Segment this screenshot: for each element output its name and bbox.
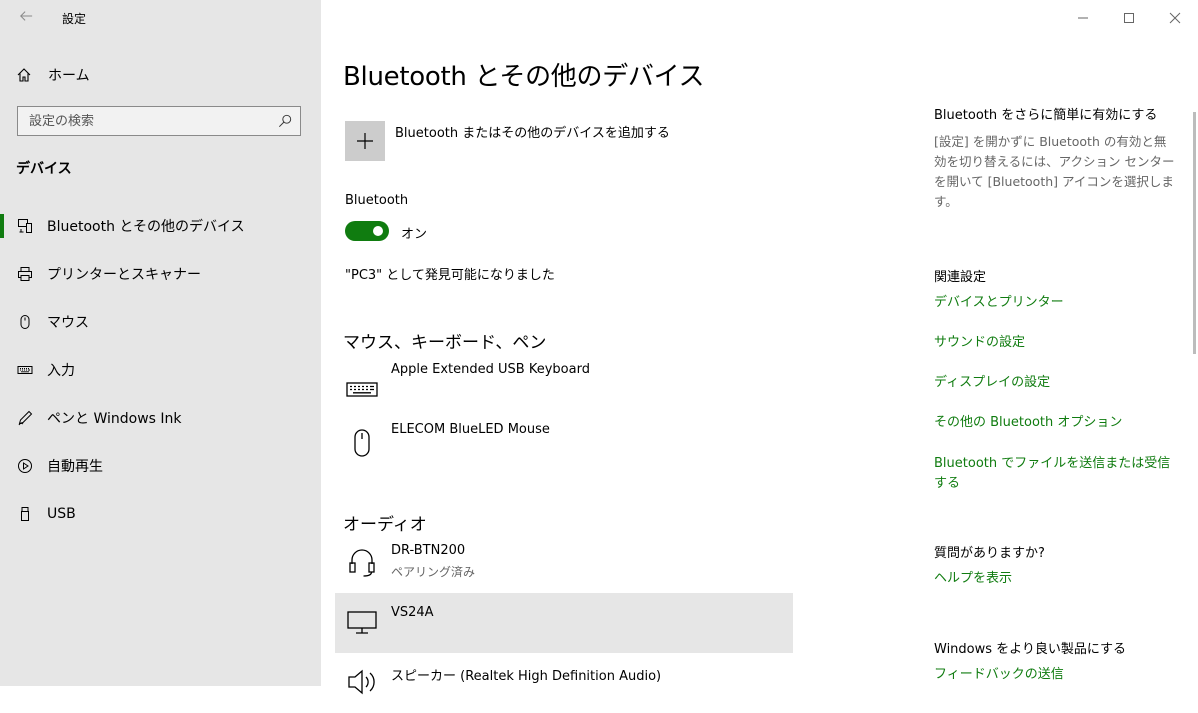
back-arrow-icon[interactable] [16, 8, 36, 28]
sidebar-item-mouse[interactable]: マウス [0, 302, 321, 342]
maximize-button[interactable] [1106, 0, 1152, 36]
device-speaker[interactable]: スピーカー (Realtek High Definition Audio) [335, 653, 793, 713]
sidebar-item-label: Bluetooth とその他のデバイス [47, 219, 245, 235]
link-devices-printers[interactable]: デバイスとプリンター [934, 293, 1174, 313]
link-more-bluetooth-options[interactable]: その他の Bluetooth オプション [934, 413, 1174, 433]
sidebar-item-pen[interactable]: ペンと Windows Ink [0, 398, 321, 438]
sidebar-item-printers[interactable]: プリンターとスキャナー [0, 254, 321, 294]
device-name: DR-BTN200 [391, 543, 466, 558]
section-label-devices: デバイス [16, 161, 72, 177]
sidebar-item-label: マウス [47, 315, 89, 331]
link-give-feedback[interactable]: フィードバックの送信 [934, 665, 1174, 685]
home-icon [17, 68, 31, 82]
search-icon[interactable] [278, 114, 292, 128]
question-title: 質問がありますか? [934, 546, 1045, 561]
bluetooth-label: Bluetooth [345, 193, 409, 208]
device-keyboard[interactable]: Apple Extended USB Keyboard [335, 362, 793, 422]
mouse-icon [17, 314, 33, 330]
search-input[interactable] [29, 113, 278, 129]
sidebar: 設定 ホーム デバイス Bluetooth とその他のデバイス プリンターとスキ… [0, 0, 321, 686]
usb-icon [17, 506, 33, 522]
link-display-settings[interactable]: ディスプレイの設定 [934, 373, 1174, 393]
tip-title: Bluetooth をさらに簡単に有効にする [934, 108, 1158, 123]
link-send-receive-files[interactable]: Bluetooth でファイルを送信または受信する [934, 454, 1174, 494]
scrollbar[interactable] [1193, 112, 1196, 354]
add-device-button[interactable]: Bluetooth またはその他のデバイスを追加する [345, 121, 670, 161]
printer-icon [17, 266, 33, 282]
mouse-icon [345, 426, 379, 460]
page-title: Bluetooth とその他のデバイス [343, 62, 705, 92]
bluetooth-state: オン [401, 227, 428, 242]
tip-text: [設定] を開かずに Bluetooth の有効と無効を切り替えるには、アクショ… [934, 134, 1175, 209]
bluetooth-devices-icon [17, 218, 33, 234]
device-name: ELECOM BlueLED Mouse [391, 422, 550, 437]
minimize-icon [1078, 17, 1088, 19]
device-vs24a[interactable]: VS24A [335, 593, 793, 653]
window-controls [1060, 0, 1198, 36]
group-title-audio: オーディオ [343, 515, 427, 535]
speaker-icon [345, 665, 379, 699]
sidebar-item-typing[interactable]: 入力 [0, 350, 321, 390]
device-status: ペアリング済み [391, 565, 476, 579]
sidebar-item-autoplay[interactable]: 自動再生 [0, 446, 321, 486]
keyboard-icon [17, 362, 33, 378]
sidebar-item-usb[interactable]: USB [0, 494, 321, 534]
device-mouse[interactable]: ELECOM BlueLED Mouse [335, 422, 793, 482]
app-title: 設定 [62, 12, 87, 26]
autoplay-icon [17, 458, 33, 474]
home-link[interactable]: ホーム [16, 63, 90, 87]
sidebar-item-label: USB [47, 506, 76, 522]
pen-icon [17, 410, 33, 426]
monitor-icon [345, 605, 379, 639]
sidebar-item-label: 自動再生 [47, 459, 103, 475]
bluetooth-toggle[interactable] [345, 221, 389, 241]
link-get-help[interactable]: ヘルプを表示 [934, 569, 1174, 589]
sidebar-item-label: プリンターとスキャナー [47, 267, 201, 283]
maximize-icon [1124, 13, 1134, 23]
sidebar-item-label: ペンと Windows Ink [47, 411, 182, 427]
keyboard-icon [345, 372, 379, 406]
close-icon [1169, 12, 1181, 24]
device-name: スピーカー (Realtek High Definition Audio) [391, 669, 662, 684]
home-label: ホーム [48, 68, 90, 84]
sidebar-item-label: 入力 [47, 363, 75, 379]
improve-title: Windows をより良い製品にする [934, 642, 1127, 657]
plus-icon [345, 121, 385, 161]
device-name: VS24A [391, 605, 434, 620]
related-settings-title: 関連設定 [934, 270, 987, 285]
discoverable-text: "PC3" として発見可能になりました [345, 268, 555, 283]
sidebar-item-bluetooth[interactable]: Bluetooth とその他のデバイス [0, 206, 321, 246]
add-device-label: Bluetooth またはその他のデバイスを追加する [395, 126, 670, 141]
device-name: Apple Extended USB Keyboard [391, 362, 590, 377]
link-sound-settings[interactable]: サウンドの設定 [934, 333, 1174, 353]
settings-search[interactable] [17, 106, 301, 136]
group-title-input-devices: マウス、キーボード、ペン [343, 333, 547, 353]
close-button[interactable] [1152, 0, 1198, 36]
headset-icon [345, 545, 379, 579]
minimize-button[interactable] [1060, 0, 1106, 36]
